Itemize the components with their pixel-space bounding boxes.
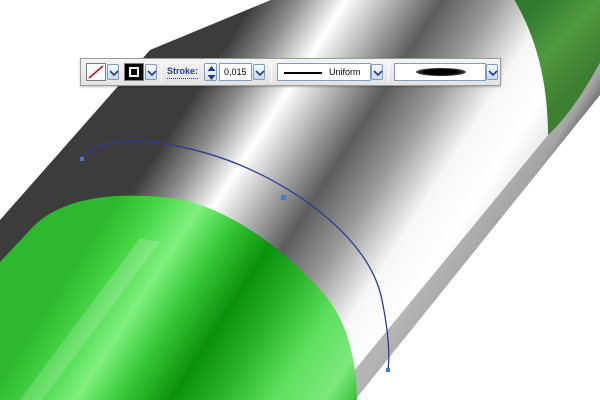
stroke-black-swatch-icon [129,67,139,77]
anchor-point [281,195,286,200]
toolbar-divider [271,63,272,82]
stroke-weight-dropdown[interactable] [253,64,265,80]
anchor-point [386,368,390,372]
brush-definition-select[interactable] [394,63,486,81]
stroke-weight-input[interactable]: 0,015 [219,63,252,81]
chevron-down-icon [109,70,119,77]
stroke-weight-spinner[interactable] [204,63,217,81]
uniform-profile-icon [284,72,322,74]
fill-none-swatch-icon [88,65,104,79]
width-profile-dropdown[interactable] [371,64,383,80]
width-profile-label: Uniform [329,67,361,77]
stroke-label-link[interactable]: Stroke: [167,65,199,79]
control-bar: Stroke: 0,015 Uniform [80,58,501,86]
chevron-down-icon [255,70,265,77]
spinner-arrows-icon [207,66,216,80]
width-profile-select[interactable]: Uniform [277,63,371,81]
chevron-down-icon [147,70,157,77]
basic-brush-ellipse-icon [416,68,466,76]
chevron-down-icon [488,70,498,77]
fill-dropdown[interactable] [107,64,119,80]
stroke-swatch[interactable] [124,63,144,81]
artboard-canvas[interactable]: Stroke: 0,015 Uniform [0,0,600,400]
stroke-dropdown[interactable] [145,64,157,80]
fill-swatch[interactable] [86,63,106,81]
toolbar-divider [388,63,389,82]
brush-definition-dropdown[interactable] [486,64,498,80]
chevron-down-icon [373,70,383,77]
anchor-point [80,157,84,161]
toolbar-divider [161,63,162,82]
